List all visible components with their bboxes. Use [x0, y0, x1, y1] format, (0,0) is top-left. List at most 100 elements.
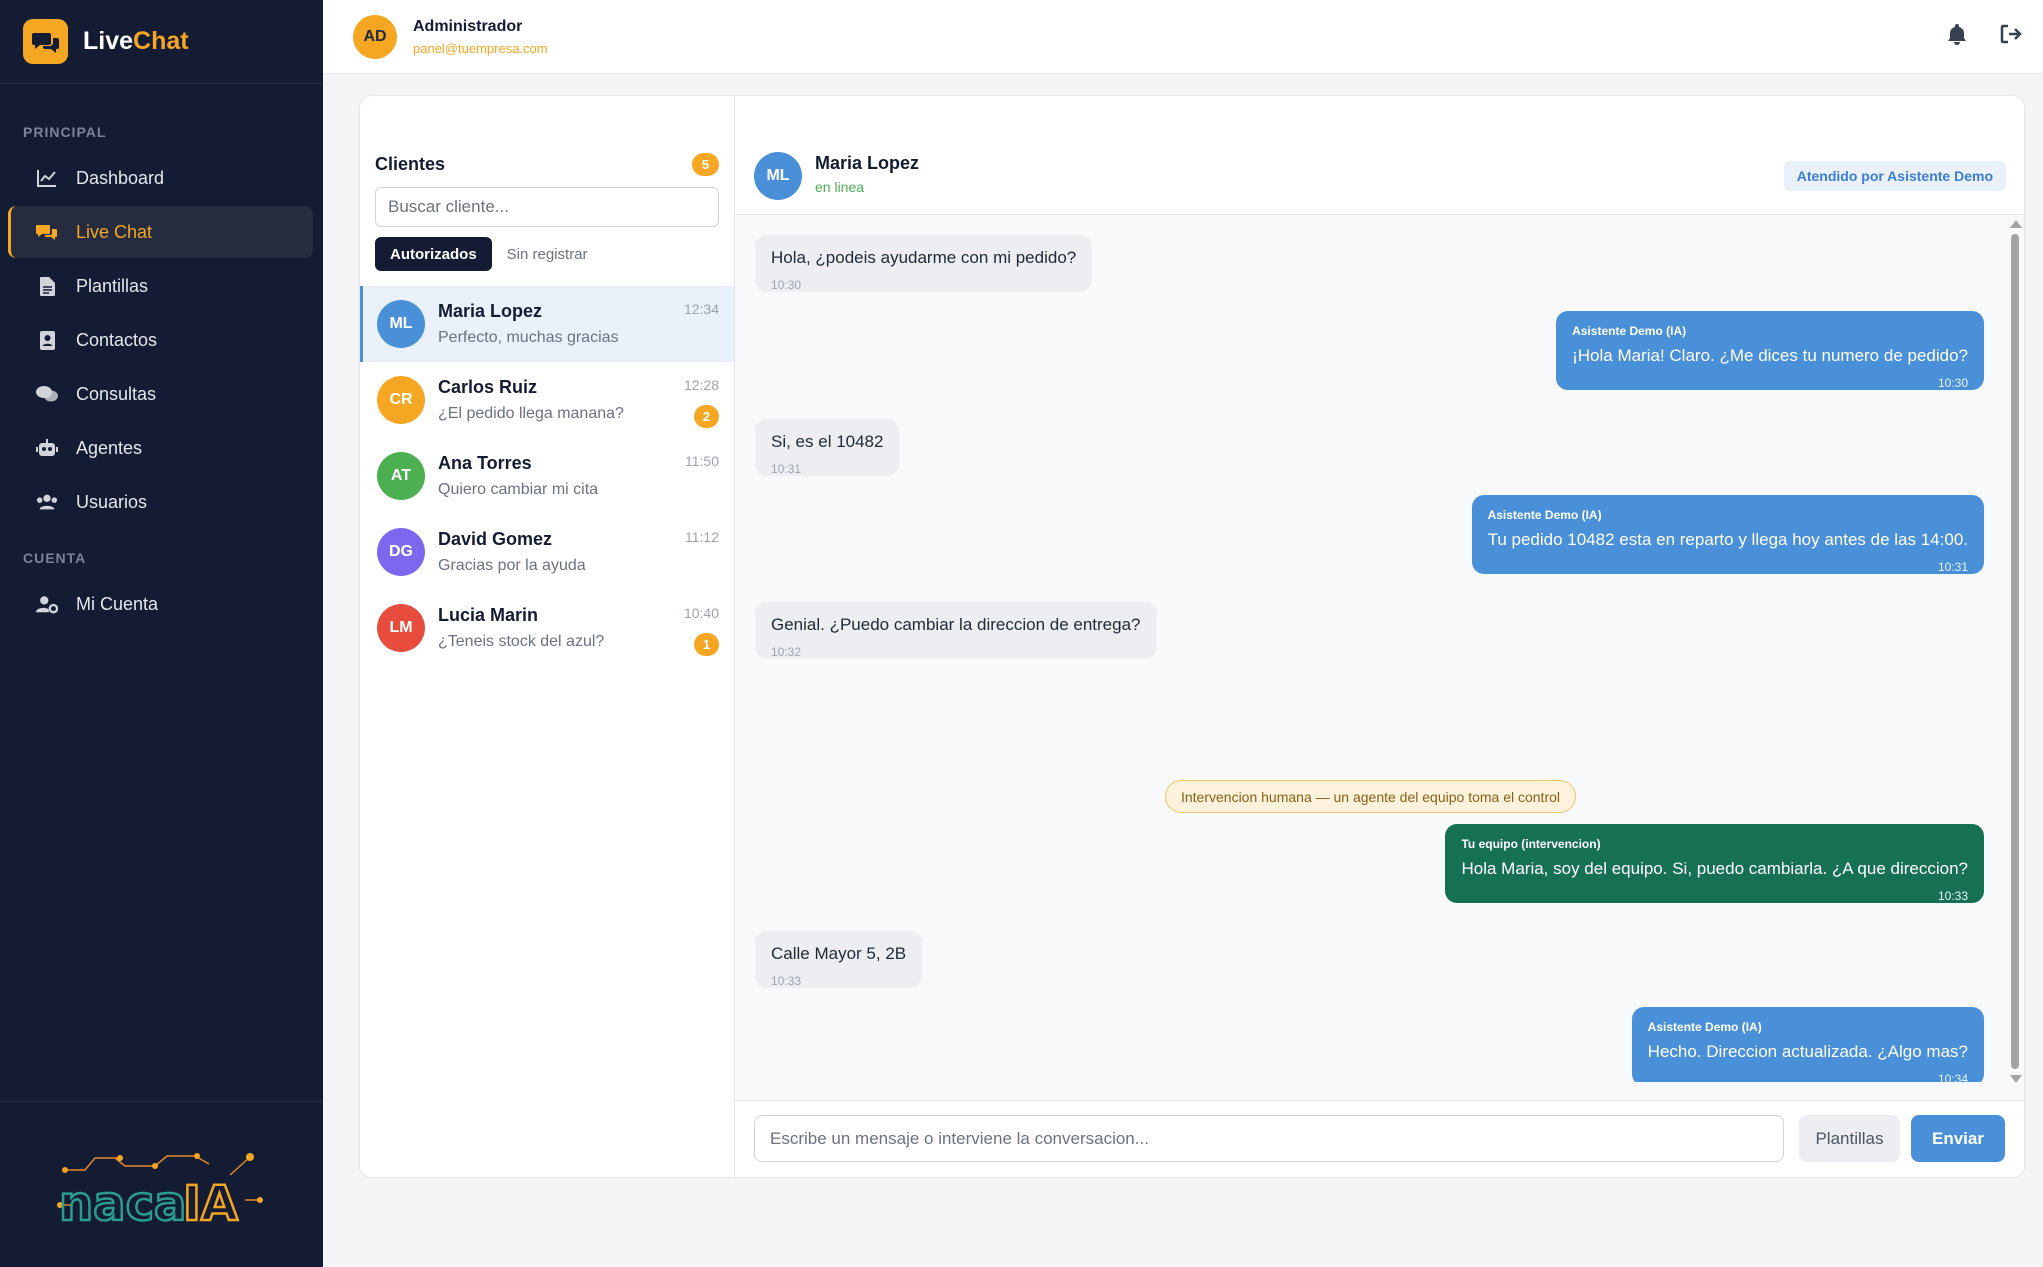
- message-list: Hola, ¿podeis ayudarme con mi pedido? 10…: [735, 215, 2006, 1082]
- brand[interactable]: LiveChat: [0, 0, 323, 84]
- avatar: CR: [377, 376, 425, 424]
- avatar: DG: [377, 528, 425, 576]
- user-email: panel@tuempresa.com: [413, 40, 548, 56]
- templates-button[interactable]: Plantillas: [1799, 1115, 1900, 1162]
- client-time: 12:28: [683, 377, 719, 393]
- client-info: Ana Torres Quiero cambiar mi cita: [438, 453, 598, 499]
- client-last-message: Gracias por la ayuda: [438, 557, 586, 574]
- sidebar-item-agentes[interactable]: Agentes: [8, 422, 313, 474]
- chat-contact-status: en linea: [815, 179, 865, 195]
- client-item[interactable]: LM Lucia Marin ¿Teneis stock del azul? 1…: [360, 590, 734, 666]
- message-sender: Asistente Demo (IA): [1647, 1020, 1762, 1034]
- chat-header: ML Maria Lopez en linea Atendido por Asi…: [735, 96, 2024, 215]
- client-time: 11:12: [685, 529, 719, 545]
- chat-bubbles-icon: [36, 221, 58, 243]
- avatar: LM: [377, 604, 425, 652]
- client-item[interactable]: DG David Gomez Gracias por la ayuda 11:1…: [360, 514, 734, 590]
- client-name: Lucia Marin: [438, 605, 539, 625]
- intervention-notice: Intervencion humana — un agente del equi…: [1164, 780, 1577, 813]
- client-time: 11:50: [685, 453, 719, 469]
- sidebar-item-mi-cuenta[interactable]: Mi Cuenta: [8, 578, 313, 630]
- message-text: Hola Maria, soy del equipo. Si, puedo ca…: [1461, 859, 1968, 878]
- message-time: 10:32: [771, 645, 802, 659]
- robot-icon: [36, 437, 58, 459]
- client-name: Maria Lopez: [438, 301, 543, 321]
- sidebar-item-plantillas[interactable]: Plantillas: [8, 260, 313, 312]
- client-info: Lucia Marin ¿Teneis stock del azul?: [438, 605, 604, 651]
- message-ai: Asistente Demo (IA) Tu pedido 10482 esta…: [1471, 495, 1984, 574]
- avatar[interactable]: AD: [353, 14, 397, 59]
- chat-bubbles-icon: [23, 19, 68, 64]
- send-button[interactable]: Enviar: [1911, 1115, 2005, 1162]
- sidebar: LiveChat PRINCIPAL Dashboard Live Chat P…: [0, 0, 323, 1267]
- sidebar-item-label: Mi Cuenta: [76, 593, 159, 614]
- nav-section-principal: PRINCIPAL: [23, 124, 107, 140]
- message-ai: Asistente Demo (IA) Hecho. Direccion act…: [1631, 1007, 1984, 1082]
- client-item[interactable]: AT Ana Torres Quiero cambiar mi cita 11:…: [360, 438, 734, 514]
- attended-by-badge: Atendido por Asistente Demo: [1783, 161, 2006, 191]
- sidebar-item-label: Plantillas: [76, 275, 149, 296]
- unread-badge: 1: [694, 633, 719, 656]
- client-info: Maria Lopez Perfecto, muchas gracias: [438, 301, 619, 347]
- client-info: David Gomez Gracias por la ayuda: [438, 529, 586, 575]
- sidebar-item-contactos[interactable]: Contactos: [8, 314, 313, 366]
- message-incoming: Si, es el 10482 10:31: [755, 419, 900, 476]
- message-incoming: Hola, ¿podeis ayudarme con mi pedido? 10…: [755, 235, 1093, 292]
- message-time: 10:30: [771, 278, 802, 292]
- message-text: Hola, ¿podeis ayudarme con mi pedido?: [771, 248, 1077, 267]
- message-composer: Plantillas Enviar: [735, 1100, 2024, 1177]
- message-ai: Asistente Demo (IA) ¡Hola Maria! Claro. …: [1556, 311, 1984, 390]
- live-chat-card: Clientes 5 Autorizados Sin registrar ML …: [359, 95, 2025, 1178]
- client-last-message: Quiero cambiar mi cita: [438, 481, 599, 498]
- message-text: Si, es el 10482: [771, 432, 884, 451]
- user-name: Administrador: [413, 17, 523, 35]
- scroll-down-arrow-icon[interactable]: [2010, 1075, 2022, 1083]
- message-text: Calle Mayor 5, 2B: [771, 944, 907, 963]
- client-item[interactable]: CR Carlos Ruiz ¿El pedido llega manana? …: [360, 362, 734, 438]
- chat-panel: ML Maria Lopez en linea Atendido por Asi…: [735, 96, 2024, 1177]
- clients-count-badge: 5: [692, 153, 719, 176]
- file-icon: [36, 275, 58, 297]
- sidebar-item-usuarios[interactable]: Usuarios: [8, 476, 313, 528]
- avatar: AT: [377, 452, 425, 500]
- sidebar-item-live-chat[interactable]: Live Chat: [8, 206, 313, 258]
- message-time: 10:34: [1937, 1072, 1968, 1082]
- scroll-up-arrow-icon[interactable]: [2010, 220, 2022, 228]
- client-last-message: ¿Teneis stock del azul?: [438, 633, 605, 650]
- tab-sin-registrar[interactable]: Sin registrar: [492, 237, 603, 271]
- client-item[interactable]: ML Maria Lopez Perfecto, muchas gracias …: [360, 286, 734, 362]
- sidebar-item-label: Consultas: [76, 383, 157, 404]
- sidebar-item-consultas[interactable]: Consultas: [8, 368, 313, 420]
- chat-contact-name: Maria Lopez: [815, 153, 920, 173]
- clients-title: Clientes: [375, 154, 446, 174]
- client-filter-tabs: Autorizados Sin registrar: [375, 237, 603, 271]
- client-list: ML Maria Lopez Perfecto, muchas gracias …: [360, 286, 734, 666]
- sidebar-item-dashboard[interactable]: Dashboard: [8, 152, 313, 204]
- nav-section-cuenta: CUENTA: [23, 550, 87, 566]
- tab-autorizados[interactable]: Autorizados: [375, 237, 492, 271]
- topbar-actions: [1945, 22, 2023, 46]
- sidebar-item-label: Live Chat: [76, 221, 153, 242]
- message-text: Tu pedido 10482 esta en reparto y llega …: [1487, 530, 1968, 549]
- client-info: Carlos Ruiz ¿El pedido llega manana?: [438, 377, 624, 423]
- message-scrollbar[interactable]: [2008, 217, 2022, 1086]
- address-book-icon: [36, 329, 58, 351]
- sidebar-item-label: Dashboard: [76, 167, 165, 188]
- client-name: Ana Torres: [438, 453, 532, 473]
- bell-icon[interactable]: [1945, 22, 1969, 46]
- comments-icon: [36, 383, 58, 405]
- client-last-message: ¿El pedido llega manana?: [438, 405, 624, 422]
- client-search-input[interactable]: [375, 187, 719, 227]
- brand-name: LiveChat: [83, 27, 189, 55]
- scrollbar-thumb[interactable]: [2011, 234, 2019, 1069]
- svg-text:naca: naca: [59, 1176, 186, 1230]
- message-input[interactable]: [754, 1115, 1784, 1162]
- svg-text:IA: IA: [183, 1176, 238, 1230]
- sidebar-item-label: Agentes: [76, 437, 143, 458]
- topbar: AD Administrador panel@tuempresa.com: [323, 0, 2043, 74]
- user-gear-icon: [36, 593, 58, 615]
- message-time: 10:31: [771, 462, 802, 476]
- logout-icon[interactable]: [1999, 22, 2023, 46]
- message-incoming: Genial. ¿Puedo cambiar la direccion de e…: [755, 602, 1157, 659]
- message-time: 10:33: [771, 974, 802, 988]
